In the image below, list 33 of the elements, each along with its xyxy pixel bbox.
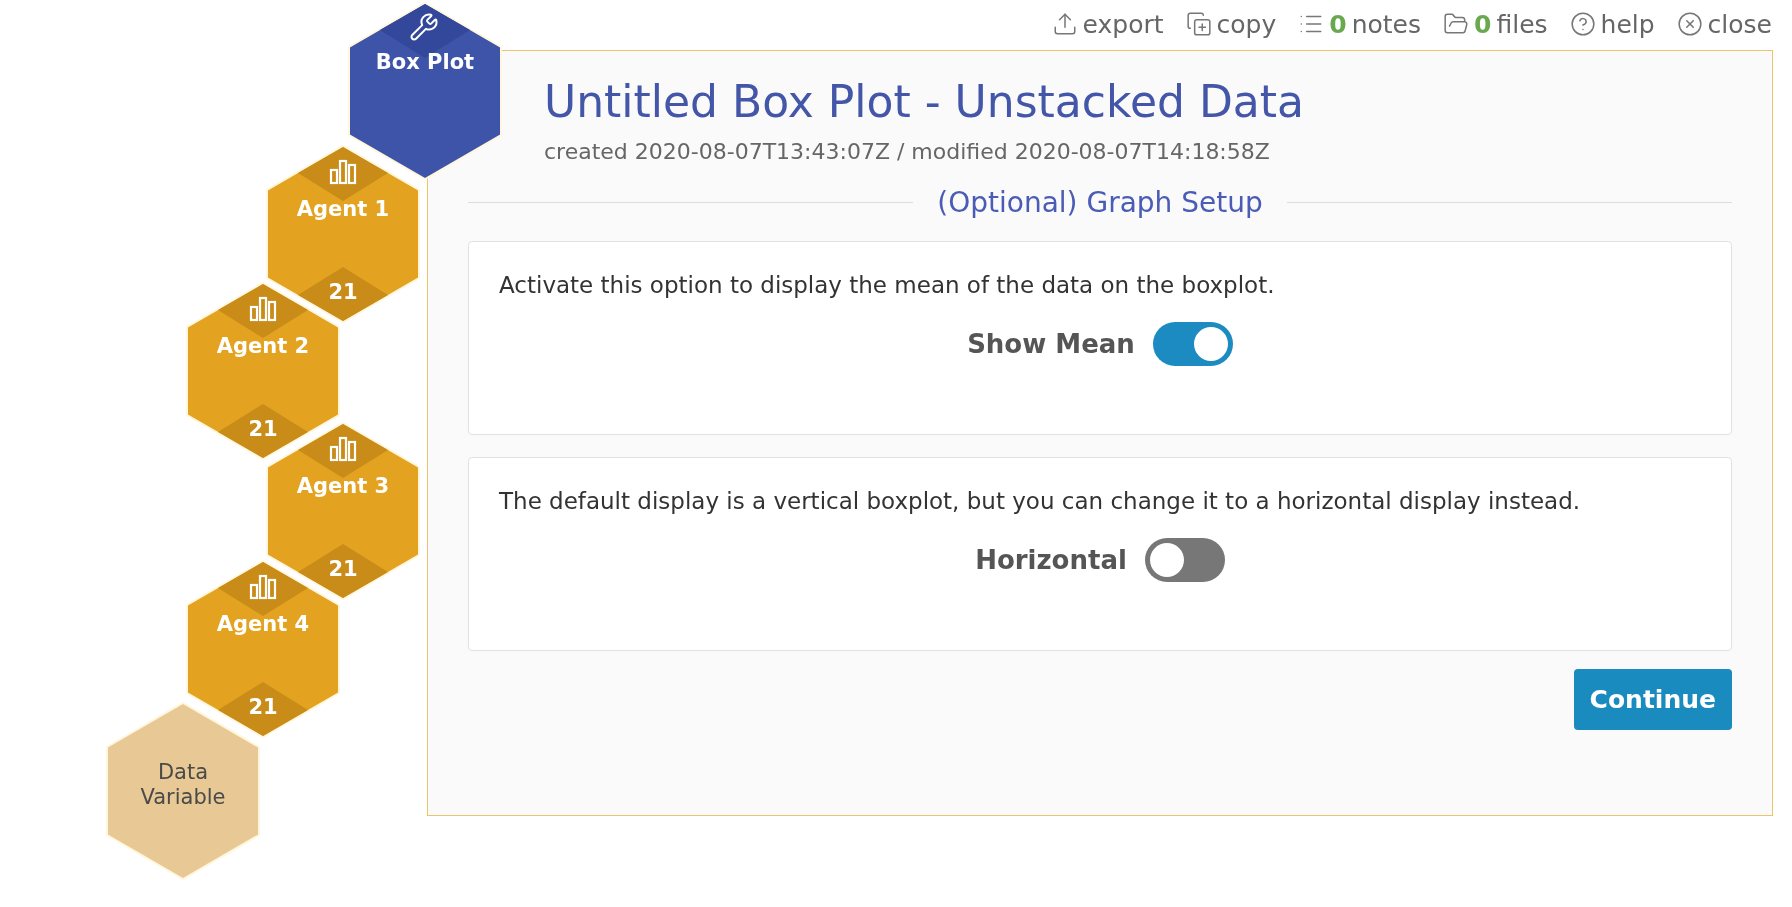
wrench-icon bbox=[409, 12, 439, 42]
toggle-label: Horizontal bbox=[975, 544, 1127, 575]
export-icon bbox=[1051, 11, 1078, 37]
hexagon-node[interactable] bbox=[348, 2, 502, 180]
node-label: Data Variable bbox=[139, 760, 227, 811]
copy-icon bbox=[1185, 11, 1212, 37]
help-icon bbox=[1569, 11, 1596, 37]
count-label: 21 bbox=[327, 280, 359, 304]
files-button[interactable]: 0 files bbox=[1443, 9, 1548, 39]
option-description: Activate this option to display the mean of the data on the boxplot. bbox=[499, 271, 1276, 298]
help-button[interactable]: help bbox=[1569, 9, 1655, 39]
close-icon bbox=[1676, 11, 1703, 37]
toggle-switch[interactable] bbox=[1144, 537, 1225, 582]
count-label: 21 bbox=[247, 417, 279, 441]
export-button[interactable]: export bbox=[1051, 9, 1164, 39]
section-heading: (Optional) Graph Setup bbox=[937, 185, 1263, 219]
timestamps: created 2020-08-07T13:43:07Z / modified 2020-08-07T14:18:58Z bbox=[544, 138, 1271, 164]
panel-title: Untitled Box Plot - Unstacked Data bbox=[544, 75, 1305, 129]
toggle-switch[interactable] bbox=[1152, 321, 1233, 366]
copy-button[interactable]: copy bbox=[1185, 9, 1277, 39]
node-label: Box Plot bbox=[374, 50, 476, 76]
count-label: 21 bbox=[327, 557, 359, 581]
toggle-label: Show Mean bbox=[967, 328, 1135, 359]
continue-button[interactable]: Continue bbox=[1573, 668, 1732, 730]
hexagon-node[interactable] bbox=[266, 145, 420, 323]
node-label: Agent 2 bbox=[215, 334, 311, 360]
close-button[interactable]: close bbox=[1676, 9, 1772, 39]
count-label: 21 bbox=[247, 695, 279, 719]
node-label: Agent 3 bbox=[295, 474, 391, 500]
node-label: Agent 4 bbox=[215, 612, 311, 638]
option-description: The default display is a vertical boxplot, but you can change it to a horizontal display instead. bbox=[499, 487, 1582, 514]
node-label: Agent 1 bbox=[295, 197, 391, 223]
notes-button[interactable]: 0 notes bbox=[1298, 9, 1422, 39]
